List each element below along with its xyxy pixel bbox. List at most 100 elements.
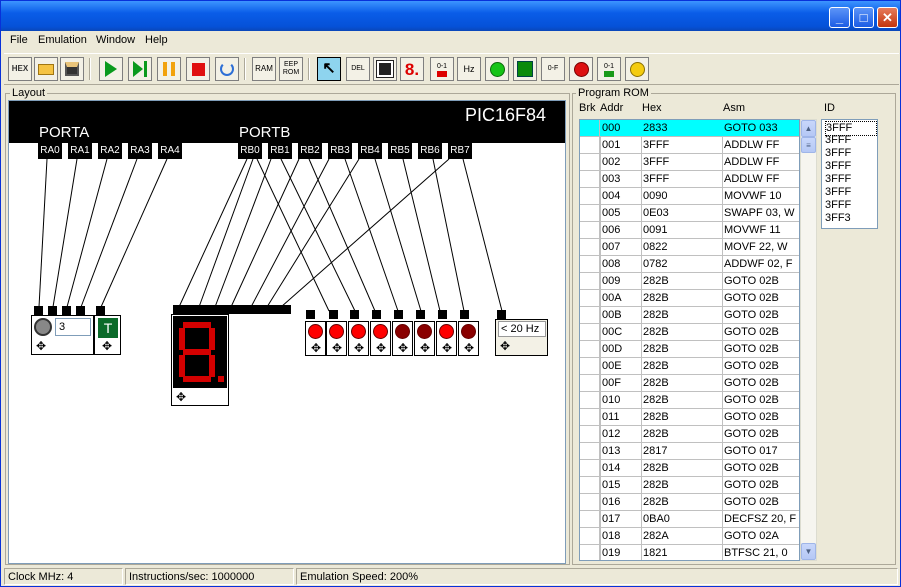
breakpoint-cell[interactable] bbox=[580, 205, 600, 221]
breakpoint-cell[interactable] bbox=[580, 290, 600, 306]
rom-row[interactable]: 018 282A GOTO 02A bbox=[580, 528, 799, 545]
ram-button[interactable]: RAM bbox=[252, 57, 276, 81]
breakpoint-cell[interactable] bbox=[580, 307, 600, 323]
hex-header[interactable]: Hex bbox=[642, 102, 662, 114]
breakpoint-cell[interactable] bbox=[580, 137, 600, 153]
add-hex-display-button[interactable]: 0-F bbox=[541, 57, 565, 81]
breakpoint-cell[interactable] bbox=[580, 256, 600, 272]
rom-row[interactable]: 009 282B GOTO 02B bbox=[580, 273, 799, 290]
rom-row[interactable]: 003 3FFF ADDLW FF bbox=[580, 171, 799, 188]
rom-table[interactable]: 000 2833 GOTO 033 001 3FFF ADDLW FF 002 3FFF ADD… bbox=[579, 119, 800, 561]
rom-row[interactable]: 00A 282B GOTO 02B bbox=[580, 290, 799, 307]
breakpoint-cell[interactable] bbox=[580, 154, 600, 170]
breakpoint-cell[interactable] bbox=[580, 358, 600, 374]
id-item[interactable]: 3FF3 bbox=[825, 212, 851, 225]
breakpoint-cell[interactable] bbox=[580, 511, 600, 527]
led-1[interactable]: ✥ bbox=[326, 321, 347, 356]
add-green-led-button[interactable] bbox=[485, 57, 509, 81]
rom-row[interactable]: 00D 282B GOTO 02B bbox=[580, 341, 799, 358]
breakpoint-cell[interactable] bbox=[580, 120, 600, 136]
pause-button[interactable] bbox=[157, 57, 181, 81]
rom-scrollbar[interactable]: ▲ ≡ ▼ bbox=[800, 119, 817, 561]
led-7[interactable]: ✥ bbox=[458, 321, 479, 356]
menu-emulation[interactable]: Emulation bbox=[38, 34, 87, 46]
id-item[interactable]: 3FFF bbox=[825, 173, 851, 186]
led-4[interactable]: ✥ bbox=[392, 321, 413, 356]
rom-row[interactable]: 016 282B GOTO 02B bbox=[580, 494, 799, 511]
eeprom-button[interactable]: EEP ROM bbox=[279, 57, 303, 81]
move-icon[interactable]: ✥ bbox=[396, 341, 410, 355]
add-bit-switch-button[interactable]: 0-1 bbox=[597, 57, 621, 81]
bit-switch-device[interactable]: T ✥ bbox=[94, 315, 121, 355]
run-button[interactable] bbox=[99, 57, 123, 81]
move-icon[interactable]: ✥ bbox=[34, 339, 48, 353]
rom-row[interactable]: 006 0091 MOVWF 11 bbox=[580, 222, 799, 239]
close-button[interactable]: ✕ bbox=[877, 7, 898, 28]
breakpoint-cell[interactable] bbox=[580, 494, 600, 510]
menu-help[interactable]: Help bbox=[145, 34, 168, 46]
step-button[interactable] bbox=[128, 57, 152, 81]
move-icon[interactable]: ✥ bbox=[462, 341, 476, 355]
rom-row[interactable]: 014 282B GOTO 02B bbox=[580, 460, 799, 477]
led-6[interactable]: ✥ bbox=[436, 321, 457, 356]
rom-row[interactable]: 013 2817 GOTO 017 bbox=[580, 443, 799, 460]
breakpoint-cell[interactable] bbox=[580, 188, 600, 204]
move-icon[interactable]: ✥ bbox=[330, 341, 344, 355]
menu-file[interactable]: File bbox=[10, 34, 28, 46]
rom-row[interactable]: 010 282B GOTO 02B bbox=[580, 392, 799, 409]
move-icon[interactable]: ✥ bbox=[418, 341, 432, 355]
add-oscilloscope-button[interactable] bbox=[513, 57, 537, 81]
id-item[interactable]: 3FFF bbox=[825, 147, 851, 160]
led-0[interactable]: ✥ bbox=[305, 321, 326, 356]
addr-header[interactable]: Addr bbox=[600, 102, 623, 114]
rom-row[interactable]: 001 3FFF ADDLW FF bbox=[580, 137, 799, 154]
load-hex-button[interactable]: HEX bbox=[8, 57, 32, 81]
add-frequency-button[interactable]: Hz bbox=[457, 57, 481, 81]
led-5[interactable]: ✥ bbox=[414, 321, 435, 356]
id-list[interactable]: 3FFF 3FFF 3FFF 3FFF 3FFF 3FFF 3FFF 3FF3 bbox=[821, 119, 878, 229]
select-tool-button[interactable]: ↖ bbox=[317, 57, 341, 81]
reset-button[interactable] bbox=[215, 57, 239, 81]
save-button[interactable] bbox=[60, 57, 84, 81]
menu-window[interactable]: Window bbox=[96, 34, 135, 46]
breakpoint-cell[interactable] bbox=[580, 171, 600, 187]
id-item[interactable]: 3FFF bbox=[825, 160, 851, 173]
move-icon[interactable]: ✥ bbox=[374, 341, 388, 355]
rom-row[interactable]: 012 282B GOTO 02B bbox=[580, 426, 799, 443]
frequency-device[interactable]: < 20 Hz ✥ bbox=[495, 319, 548, 356]
counter-device[interactable]: 3 ✥ bbox=[31, 315, 94, 355]
asm-header[interactable]: Asm bbox=[723, 102, 745, 114]
rom-row[interactable]: 00F 282B GOTO 02B bbox=[580, 375, 799, 392]
add-switch-button[interactable]: 0-1 bbox=[430, 57, 454, 81]
add-yellow-led-button[interactable] bbox=[625, 57, 649, 81]
breakpoint-cell[interactable] bbox=[580, 375, 600, 391]
seven-segment-display[interactable]: ✥ bbox=[171, 314, 229, 406]
move-icon[interactable]: ✥ bbox=[440, 341, 454, 355]
move-icon[interactable]: ✥ bbox=[309, 341, 323, 355]
breakpoint-cell[interactable] bbox=[580, 409, 600, 425]
stop-button[interactable] bbox=[186, 57, 210, 81]
rom-row[interactable]: 017 0BA0 DECFSZ 20, F bbox=[580, 511, 799, 528]
switch-icon[interactable]: T bbox=[98, 318, 118, 338]
rom-row[interactable]: 007 0822 MOVF 22, W bbox=[580, 239, 799, 256]
rom-row[interactable]: 005 0E03 SWAPF 03, W bbox=[580, 205, 799, 222]
led-3[interactable]: ✥ bbox=[370, 321, 391, 356]
rom-row[interactable]: 011 282B GOTO 02B bbox=[580, 409, 799, 426]
id-item[interactable]: 3FFF bbox=[825, 186, 851, 199]
move-icon[interactable]: ✥ bbox=[174, 390, 188, 404]
move-icon[interactable]: ✥ bbox=[498, 339, 512, 353]
breakpoint-cell[interactable] bbox=[580, 273, 600, 289]
add-red-led-button[interactable] bbox=[569, 57, 593, 81]
minimize-button[interactable]: _ bbox=[829, 7, 850, 28]
led-2[interactable]: ✥ bbox=[348, 321, 369, 356]
id-item[interactable]: 3FFF bbox=[825, 134, 851, 147]
rom-row[interactable]: 002 3FFF ADDLW FF bbox=[580, 154, 799, 171]
counter-input[interactable]: 3 bbox=[55, 318, 91, 336]
brk-header[interactable]: Brk bbox=[579, 102, 596, 114]
move-icon[interactable]: ✥ bbox=[100, 339, 114, 353]
open-button[interactable] bbox=[34, 57, 58, 81]
breakpoint-cell[interactable] bbox=[580, 477, 600, 493]
rom-row[interactable]: 000 2833 GOTO 033 bbox=[580, 120, 799, 137]
breakpoint-cell[interactable] bbox=[580, 324, 600, 340]
layout-canvas[interactable]: PIC16F84 PORTA PORTB RA0 RA1 RA2 RA3 RA4… bbox=[8, 100, 566, 564]
